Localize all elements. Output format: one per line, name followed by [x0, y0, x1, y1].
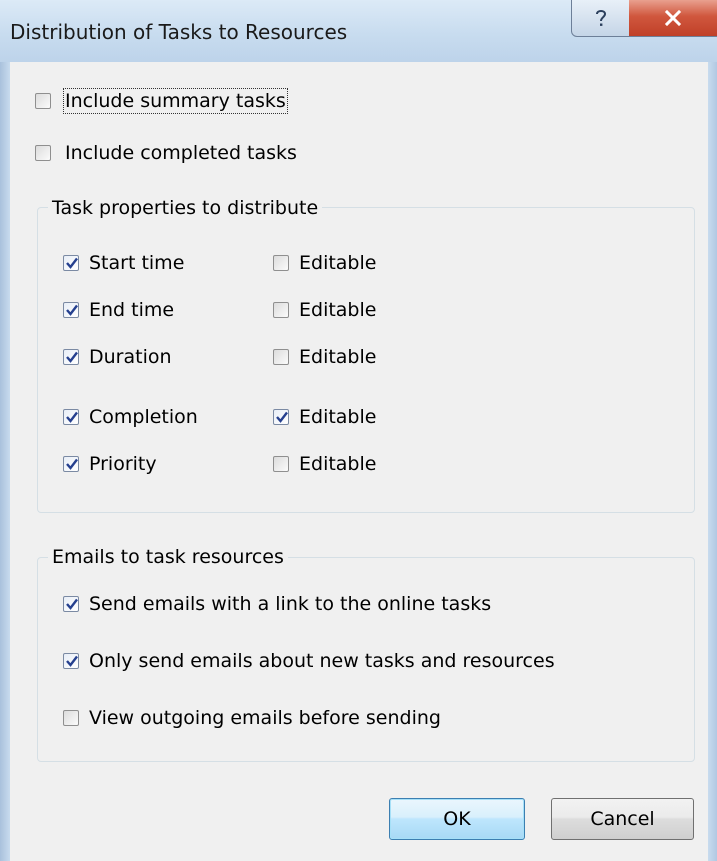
email-option-checkbox[interactable] [63, 653, 79, 669]
checkmark-icon [66, 304, 78, 316]
editable-label[interactable]: Editable [299, 346, 376, 368]
emails-group-title: Emails to task resources [48, 546, 288, 568]
editable-checkbox[interactable] [273, 349, 289, 365]
checkmark-icon [66, 655, 78, 667]
checkmark-icon [276, 411, 288, 423]
checkmark-icon [66, 257, 78, 269]
editable-checkbox[interactable] [273, 409, 289, 425]
cancel-button[interactable]: Cancel [551, 798, 694, 840]
task-property-label[interactable]: Start time [89, 252, 184, 274]
task-property-checkbox[interactable] [63, 302, 79, 318]
email-option-label[interactable]: View outgoing emails before sending [89, 707, 441, 729]
editable-checkbox[interactable] [273, 456, 289, 472]
email-option-checkbox[interactable] [63, 596, 79, 612]
include-summary-tasks-label[interactable]: Include summary tasks [63, 88, 288, 114]
ok-button[interactable]: OK [389, 798, 525, 840]
editable-label[interactable]: Editable [299, 299, 376, 321]
include-summary-tasks-checkbox[interactable] [35, 93, 51, 109]
email-option-label[interactable]: Send emails with a link to the online ta… [89, 593, 491, 615]
editable-checkbox[interactable] [273, 302, 289, 318]
checkmark-icon [66, 458, 78, 470]
editable-label[interactable]: Editable [299, 453, 376, 475]
checkmark-icon [66, 351, 78, 363]
task-property-checkbox[interactable] [63, 456, 79, 472]
editable-checkbox[interactable] [273, 255, 289, 271]
editable-label[interactable]: Editable [299, 252, 376, 274]
task-property-checkbox[interactable] [63, 255, 79, 271]
window-left-border [0, 62, 10, 861]
email-option-label[interactable]: Only send emails about new tasks and res… [89, 650, 555, 672]
title-bar: Distribution of Tasks to Resources [0, 0, 717, 62]
help-button[interactable] [571, 0, 631, 37]
checkmark-icon [66, 598, 78, 610]
task-property-label[interactable]: Completion [89, 406, 198, 428]
window-right-border [708, 62, 717, 861]
editable-label[interactable]: Editable [299, 406, 376, 428]
task-properties-group-title: Task properties to distribute [48, 197, 323, 219]
checkmark-icon [66, 411, 78, 423]
task-property-label[interactable]: Duration [89, 346, 172, 368]
help-icon [596, 10, 607, 26]
task-property-label[interactable]: Priority [89, 453, 157, 475]
window-title: Distribution of Tasks to Resources [10, 20, 348, 44]
email-option-checkbox[interactable] [63, 710, 79, 726]
include-completed-tasks-checkbox[interactable] [35, 145, 51, 161]
task-property-label[interactable]: End time [89, 299, 174, 321]
close-icon [664, 10, 682, 26]
task-property-checkbox[interactable] [63, 409, 79, 425]
close-button[interactable] [629, 0, 717, 37]
include-completed-tasks-label[interactable]: Include completed tasks [65, 142, 297, 164]
task-property-checkbox[interactable] [63, 349, 79, 365]
